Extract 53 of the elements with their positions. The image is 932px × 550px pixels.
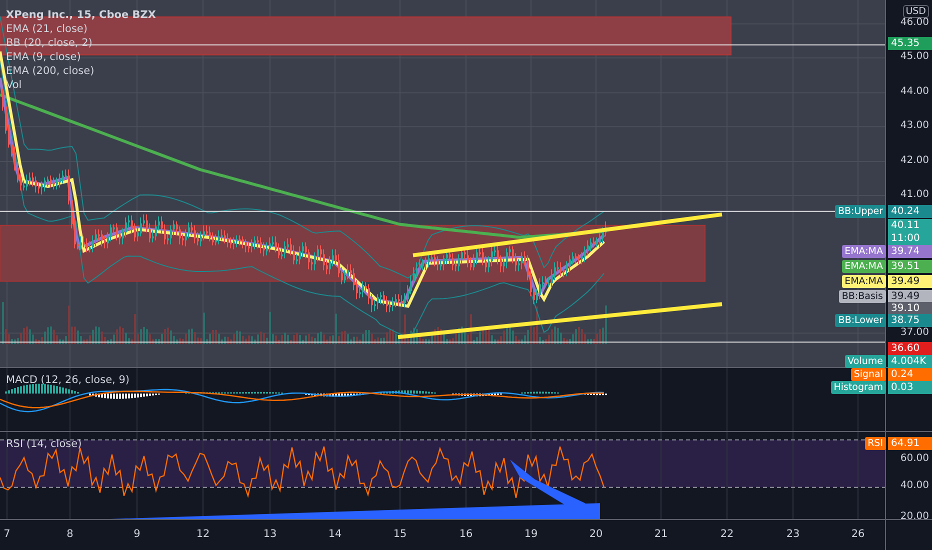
price-tick: 42.00: [900, 155, 929, 166]
price-badge: 45.35: [888, 37, 932, 50]
price-tick: 45.00: [900, 51, 929, 62]
rsi-tick: 40.00: [900, 480, 929, 491]
time-label: 7: [4, 528, 10, 540]
time-label: 26: [851, 528, 865, 540]
indicator-label: EMA (21, close): [6, 22, 88, 36]
series-tag: Volume: [844, 355, 886, 368]
macd-legend: MACD (12, 26, close, 9): [6, 374, 130, 386]
series-tag: BB:Upper: [835, 205, 886, 218]
price-badge: 64.91: [888, 437, 932, 450]
series-tag: EMA:MA: [842, 245, 886, 258]
series-tag: BB:Lower: [835, 314, 886, 327]
price-badge: 0.03: [888, 381, 932, 394]
price-badge: 0.24: [888, 368, 932, 381]
time-label: 22: [720, 528, 734, 540]
time-label: 21: [654, 528, 668, 540]
series-tag: Histogram: [830, 381, 886, 394]
time-label: 13: [263, 528, 277, 540]
price-badge: 39.51: [888, 260, 932, 273]
currency-label[interactable]: USD: [902, 5, 929, 18]
price-badge: 40.11 11:00: [888, 219, 932, 245]
time-label: 12: [196, 528, 210, 540]
indicator-label: EMA (200, close): [6, 64, 96, 78]
time-label: 8: [66, 528, 74, 540]
price-badge: 38.75: [888, 314, 932, 327]
price-tick: 44.00: [900, 86, 929, 97]
series-tag: BB:Basis: [838, 290, 886, 303]
rsi-tick: 60.00: [900, 453, 929, 464]
price-badge: 39.10: [888, 302, 932, 315]
rsi-legend: RSI (14, close): [6, 438, 82, 450]
price-badge: 40.24: [888, 205, 932, 218]
price-tick: 37.00: [900, 327, 929, 338]
time-label: 19: [524, 528, 538, 540]
price-badge: 36.60: [888, 342, 932, 355]
price-badge: 39.49: [888, 275, 932, 288]
time-label: 14: [328, 528, 342, 540]
price-tick: 41.00: [900, 189, 929, 200]
series-tag: EMA:MA: [842, 260, 886, 273]
price-badge: 4.004K: [888, 355, 932, 368]
time-label: 16: [459, 528, 473, 540]
series-tag: EMA:MA: [842, 275, 886, 288]
price-tick: 43.00: [900, 120, 929, 131]
series-tag: Signal: [850, 368, 886, 381]
time-label: 23: [786, 528, 800, 540]
rsi-tick: 20.00: [900, 511, 929, 522]
price-badge: 39.74: [888, 245, 932, 258]
time-label: 9: [134, 528, 140, 540]
series-tag: RSI: [864, 437, 886, 450]
price-tick: 46.00: [900, 17, 929, 28]
time-label: 15: [393, 528, 407, 540]
price-badge: 39.49: [888, 290, 932, 303]
time-label: 20: [589, 528, 603, 540]
